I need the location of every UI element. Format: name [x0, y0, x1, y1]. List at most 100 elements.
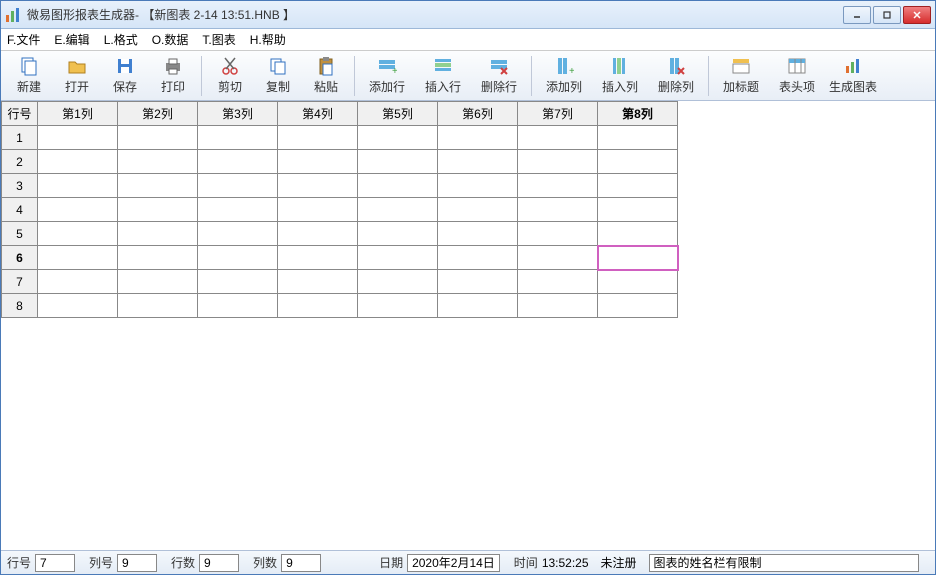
cut-button[interactable]: 剪切 [206, 53, 254, 99]
row-number[interactable]: 6 [2, 246, 38, 270]
cell[interactable] [358, 246, 438, 270]
cell[interactable] [118, 126, 198, 150]
col-header[interactable]: 第5列 [358, 102, 438, 126]
cell[interactable] [118, 246, 198, 270]
cell[interactable] [38, 222, 118, 246]
cell[interactable] [598, 150, 678, 174]
cell[interactable] [38, 246, 118, 270]
workarea[interactable]: 行号第1列第2列第3列第4列第5列第6列第7列第8列 12345678 [1, 101, 935, 550]
cell[interactable] [38, 150, 118, 174]
delete-col-button[interactable]: 删除列 [648, 53, 704, 99]
open-button[interactable]: 打开 [53, 53, 101, 99]
row-number[interactable]: 5 [2, 222, 38, 246]
cell[interactable] [438, 246, 518, 270]
generate-chart-button[interactable]: 生成图表 [825, 53, 881, 99]
cell[interactable] [598, 246, 678, 270]
row-header[interactable]: 行号 [2, 102, 38, 126]
row-number[interactable]: 4 [2, 198, 38, 222]
add-col-button[interactable]: +添加列 [536, 53, 592, 99]
paste-button[interactable]: 粘贴 [302, 53, 350, 99]
cell[interactable] [38, 174, 118, 198]
menu-data[interactable]: O.数据 [152, 31, 189, 48]
cell[interactable] [198, 150, 278, 174]
col-header[interactable]: 第6列 [438, 102, 518, 126]
cell[interactable] [278, 150, 358, 174]
cell[interactable] [278, 174, 358, 198]
save-button[interactable]: 保存 [101, 53, 149, 99]
copy-button[interactable]: 复制 [254, 53, 302, 99]
cell[interactable] [518, 150, 598, 174]
cell[interactable] [518, 198, 598, 222]
row-number[interactable]: 3 [2, 174, 38, 198]
col-header[interactable]: 第4列 [278, 102, 358, 126]
cell[interactable] [198, 174, 278, 198]
cell[interactable] [38, 126, 118, 150]
cell[interactable] [598, 198, 678, 222]
cell[interactable] [598, 294, 678, 318]
cell[interactable] [598, 222, 678, 246]
row-number[interactable]: 7 [2, 270, 38, 294]
col-header[interactable]: 第1列 [38, 102, 118, 126]
menu-help[interactable]: H.帮助 [250, 31, 286, 48]
cell[interactable] [438, 222, 518, 246]
cell[interactable] [278, 246, 358, 270]
cell[interactable] [438, 198, 518, 222]
menu-edit[interactable]: E.编辑 [54, 31, 89, 48]
cell[interactable] [118, 270, 198, 294]
col-header[interactable]: 第8列 [598, 102, 678, 126]
menu-format[interactable]: L.格式 [104, 31, 138, 48]
cell[interactable] [518, 270, 598, 294]
cell[interactable] [598, 126, 678, 150]
col-header[interactable]: 第7列 [518, 102, 598, 126]
cell[interactable] [278, 126, 358, 150]
cell[interactable] [598, 270, 678, 294]
insert-col-button[interactable]: 插入列 [592, 53, 648, 99]
data-grid[interactable]: 行号第1列第2列第3列第4列第5列第6列第7列第8列 12345678 [1, 101, 678, 318]
row-number[interactable]: 2 [2, 150, 38, 174]
cell[interactable] [198, 270, 278, 294]
cell[interactable] [38, 294, 118, 318]
new-button[interactable]: 新建 [5, 53, 53, 99]
cell[interactable] [518, 246, 598, 270]
add-title-button[interactable]: 加标题 [713, 53, 769, 99]
cell[interactable] [438, 270, 518, 294]
cell[interactable] [118, 150, 198, 174]
add-row-button[interactable]: +添加行 [359, 53, 415, 99]
cell[interactable] [118, 294, 198, 318]
cell[interactable] [518, 222, 598, 246]
menu-file[interactable]: F.文件 [7, 31, 40, 48]
cell[interactable] [438, 126, 518, 150]
cell[interactable] [118, 222, 198, 246]
cell[interactable] [278, 198, 358, 222]
cell[interactable] [358, 150, 438, 174]
cell[interactable] [358, 222, 438, 246]
cell[interactable] [358, 198, 438, 222]
cell[interactable] [118, 174, 198, 198]
cell[interactable] [38, 270, 118, 294]
cell[interactable] [518, 294, 598, 318]
print-button[interactable]: 打印 [149, 53, 197, 99]
cell[interactable] [438, 294, 518, 318]
menu-chart[interactable]: T.图表 [202, 31, 235, 48]
cell[interactable] [518, 174, 598, 198]
cell[interactable] [118, 198, 198, 222]
cell[interactable] [358, 270, 438, 294]
cell[interactable] [278, 294, 358, 318]
close-button[interactable] [903, 6, 931, 24]
cell[interactable] [438, 150, 518, 174]
cell[interactable] [358, 126, 438, 150]
maximize-button[interactable] [873, 6, 901, 24]
col-header[interactable]: 第2列 [118, 102, 198, 126]
cell[interactable] [198, 222, 278, 246]
cell[interactable] [198, 198, 278, 222]
cell[interactable] [198, 126, 278, 150]
cell[interactable] [198, 246, 278, 270]
delete-row-button[interactable]: 删除行 [471, 53, 527, 99]
row-number[interactable]: 1 [2, 126, 38, 150]
cell[interactable] [598, 174, 678, 198]
row-number[interactable]: 8 [2, 294, 38, 318]
col-header[interactable]: 第3列 [198, 102, 278, 126]
table-header-button[interactable]: 表头项 [769, 53, 825, 99]
cell[interactable] [438, 174, 518, 198]
cell[interactable] [278, 270, 358, 294]
